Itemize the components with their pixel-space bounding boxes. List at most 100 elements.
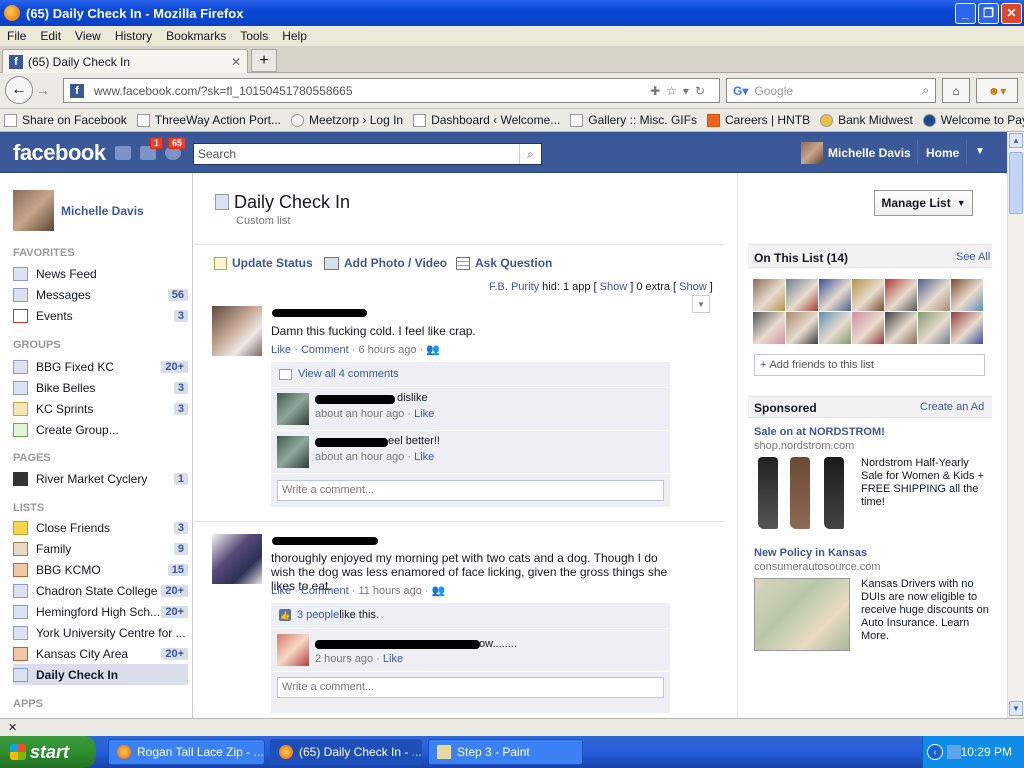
sidebar-item-events[interactable]: Events 3 bbox=[13, 305, 188, 326]
list-member-avatar[interactable] bbox=[852, 279, 884, 311]
show-extra-link[interactable]: Show bbox=[679, 281, 707, 293]
menu-tools[interactable]: Tools bbox=[233, 29, 275, 43]
like-link[interactable]: Like bbox=[271, 585, 291, 597]
browser-search-box[interactable]: G▾ Google ⌕ bbox=[726, 78, 936, 103]
addon-icon[interactable]: ☻▾ bbox=[976, 78, 1018, 103]
back-button[interactable]: ← bbox=[5, 76, 33, 104]
sidebar-item-close-friends[interactable]: Close Friends 3 bbox=[13, 517, 188, 538]
list-member-avatar[interactable] bbox=[819, 279, 851, 311]
account-menu-icon[interactable]: ▼ bbox=[975, 146, 985, 157]
add-photo-video-button[interactable]: Add Photo / Video bbox=[324, 256, 447, 270]
update-status-button[interactable]: Update Status bbox=[214, 256, 313, 270]
list-member-avatar[interactable] bbox=[786, 312, 818, 344]
search-icon[interactable]: ⌕ bbox=[519, 144, 541, 164]
taskbar-item-paint[interactable]: Step 3 - Paint bbox=[428, 739, 583, 765]
comment-like-link[interactable]: Like bbox=[383, 653, 403, 665]
add-friends-input[interactable]: + Add friends to this list bbox=[754, 354, 985, 376]
list-member-avatar[interactable] bbox=[951, 312, 983, 344]
url-bar[interactable]: f www.facebook.com/?sk=fl_10150451780558… bbox=[63, 78, 720, 103]
like-link[interactable]: Like bbox=[271, 344, 291, 356]
bookmark-1[interactable]: Share on Facebook bbox=[0, 113, 133, 127]
menu-edit[interactable]: Edit bbox=[33, 29, 68, 43]
list-member-avatar[interactable] bbox=[786, 279, 818, 311]
facebook-search-input[interactable]: Search ⌕ bbox=[193, 143, 542, 165]
bookmark-star-icon[interactable]: ✚☆▾↻ bbox=[650, 84, 711, 98]
menu-view[interactable]: View bbox=[68, 29, 108, 43]
post-time[interactable]: 6 hours ago bbox=[358, 344, 416, 356]
sidebar-item-kansas-city-area[interactable]: Kansas City Area 20+ bbox=[13, 643, 188, 664]
list-member-avatar[interactable] bbox=[885, 279, 917, 311]
scroll-down-arrow-icon[interactable]: ▼ bbox=[1009, 701, 1023, 716]
sidebar-item-daily-check-in[interactable]: Daily Check In bbox=[13, 664, 188, 685]
user-avatar[interactable] bbox=[801, 142, 823, 164]
list-member-avatar[interactable] bbox=[819, 312, 851, 344]
list-member-avatar[interactable] bbox=[918, 279, 950, 311]
sidebar-item-bbg-kcmo[interactable]: BBG KCMO 15 bbox=[13, 559, 188, 580]
bookmark-3[interactable]: Meetzorp › Log In bbox=[287, 113, 409, 127]
search-icon[interactable]: ⌕ bbox=[922, 83, 929, 98]
sidebar-item-york-university[interactable]: York University Centre for ... bbox=[13, 622, 188, 643]
comment-link[interactable]: Comment bbox=[301, 344, 349, 356]
menu-history[interactable]: History bbox=[108, 29, 159, 43]
list-member-avatar[interactable] bbox=[951, 279, 983, 311]
ask-question-button[interactable]: Ask Question bbox=[456, 256, 552, 270]
ad1-image[interactable] bbox=[754, 457, 850, 532]
sidebar-item-messages[interactable]: Messages 56 bbox=[13, 284, 188, 305]
post-author-avatar[interactable] bbox=[212, 306, 262, 356]
commenter-avatar[interactable] bbox=[277, 436, 309, 468]
list-member-avatar[interactable] bbox=[852, 312, 884, 344]
sidebar-item-create-group[interactable]: Create Group... bbox=[13, 419, 188, 440]
list-member-avatar[interactable] bbox=[918, 312, 950, 344]
comment-link[interactable]: Comment bbox=[301, 585, 349, 597]
list-member-avatar[interactable] bbox=[753, 279, 785, 311]
minimize-button[interactable]: _ bbox=[955, 2, 976, 24]
network-icon[interactable] bbox=[947, 745, 961, 759]
write-comment-input[interactable]: Write a comment... bbox=[277, 480, 664, 501]
close-addon-bar-icon[interactable]: ✕ bbox=[8, 721, 17, 734]
bookmark-8[interactable]: Welcome to PayXpress! bbox=[919, 113, 1024, 127]
maximize-button[interactable]: ❐ bbox=[978, 2, 999, 24]
audience-icon[interactable]: 👥 bbox=[426, 344, 440, 356]
bookmark-6[interactable]: Careers | HNTB bbox=[703, 113, 816, 127]
bookmark-5[interactable]: Gallery :: Misc. GIFs bbox=[566, 113, 703, 127]
profile-picture[interactable] bbox=[13, 190, 54, 231]
sidebar-item-kc-sprints[interactable]: KC Sprints 3 bbox=[13, 398, 188, 419]
taskbar-item-daily-check-in[interactable]: (65) Daily Check In - ... bbox=[270, 739, 422, 765]
sidebar-item-bike-belles[interactable]: Bike Belles 3 bbox=[13, 377, 188, 398]
profile-name-link[interactable]: Michelle Davis bbox=[61, 204, 144, 218]
people-who-like-link[interactable]: 3 people bbox=[297, 609, 339, 621]
sidebar-item-news-feed[interactable]: News Feed bbox=[13, 263, 188, 284]
tab-daily-check-in[interactable]: f (65) Daily Check In ✕ bbox=[2, 49, 248, 73]
facebook-logo[interactable]: facebook bbox=[13, 140, 106, 166]
show-apps-link[interactable]: Show bbox=[600, 281, 628, 293]
comment-like-link[interactable]: Like bbox=[414, 451, 434, 463]
view-all-comments-link[interactable]: View all 4 comments bbox=[279, 368, 399, 380]
audience-icon[interactable]: 👥 bbox=[432, 585, 446, 597]
close-window-button[interactable]: ✕ bbox=[1001, 2, 1022, 24]
write-comment-input[interactable]: Write a comment... bbox=[277, 677, 664, 698]
forward-button[interactable]: → bbox=[36, 82, 50, 98]
menu-help[interactable]: Help bbox=[275, 29, 314, 43]
home-icon[interactable]: ⌂ bbox=[942, 78, 970, 103]
fb-purity-link[interactable]: F.B. Purity bbox=[489, 281, 539, 293]
scroll-up-arrow-icon[interactable]: ▲ bbox=[1009, 133, 1023, 148]
menu-file[interactable]: File bbox=[0, 29, 33, 43]
clock[interactable]: 10:29 PM bbox=[961, 745, 1012, 759]
list-member-avatar[interactable] bbox=[753, 312, 785, 344]
scroll-thumb[interactable] bbox=[1009, 152, 1023, 214]
close-tab-icon[interactable]: ✕ bbox=[231, 55, 241, 69]
menu-bookmarks[interactable]: Bookmarks bbox=[159, 29, 233, 43]
home-link[interactable]: Home bbox=[926, 146, 959, 160]
create-ad-link[interactable]: Create an Ad bbox=[920, 401, 984, 413]
post-author-avatar[interactable] bbox=[212, 534, 262, 584]
sidebar-item-chadron-state-college[interactable]: Chadron State College 20+ bbox=[13, 580, 188, 601]
ad1-title[interactable]: Sale on at NORDSTROM! bbox=[754, 426, 885, 438]
story-options-icon[interactable]: ▼ bbox=[692, 295, 710, 313]
page-scrollbar[interactable]: ▲ ▼ bbox=[1007, 132, 1024, 718]
bookmark-4[interactable]: Dashboard ‹ Welcome... bbox=[409, 113, 566, 127]
bookmark-2[interactable]: ThreeWay Action Port... bbox=[133, 113, 287, 127]
list-member-avatar[interactable] bbox=[885, 312, 917, 344]
commenter-avatar[interactable] bbox=[277, 393, 309, 425]
sidebar-item-bbg-fixed-kc[interactable]: BBG Fixed KC 20+ bbox=[13, 356, 188, 377]
taskbar-item-rogan[interactable]: Rogan Tall Lace Zip - ... bbox=[108, 739, 265, 765]
